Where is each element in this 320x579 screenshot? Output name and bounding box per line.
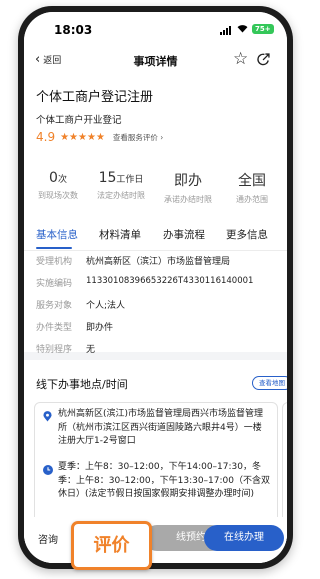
back-label: 返回 xyxy=(43,56,62,66)
metric-label: 法定办结时限 xyxy=(97,191,145,200)
locations-title: 线下办事地点/时间 xyxy=(36,378,128,391)
rating-stars-icon: ★★★★★ xyxy=(60,131,105,143)
bottom-action-bar: 咨询 线预约 在线办理 xyxy=(24,517,287,563)
favorite-star-icon[interactable]: ☆ xyxy=(233,49,248,69)
info-row: 办件类型 即办件 xyxy=(36,320,113,333)
info-row: 特别程序 无 xyxy=(36,342,95,355)
signal-icon xyxy=(220,26,231,35)
clock-icon xyxy=(43,465,53,475)
back-button[interactable]: ‹ 返回 xyxy=(35,51,62,67)
rating-score: 4.9 xyxy=(36,130,56,144)
chevron-left-icon: ‹ xyxy=(35,51,41,67)
metric-scope: 全国 通办范围 xyxy=(224,170,280,205)
metric-label: 承诺办结时限 xyxy=(164,195,212,204)
phone-frame: 18:03 75+ ‹ 返回 事项详情 ☆ 个体工商户登记注册 个体工商户开业登… xyxy=(18,6,293,569)
info-value: 无 xyxy=(86,345,96,355)
info-key: 办件类型 xyxy=(36,323,73,333)
tab-basic-info[interactable]: 基本信息 xyxy=(36,227,78,242)
battery-icon: 75+ xyxy=(252,24,274,34)
service-summary-card: 个体工商户登记注册 个体工商户开业登记 4.9 ★★★★★ 查看服务评价 › 0… xyxy=(24,78,287,268)
metric-value: 15 xyxy=(98,170,117,186)
status-time: 18:03 xyxy=(54,23,93,37)
info-value: 杭州高新区（滨江）市场监督管理局 xyxy=(86,257,231,267)
metric-unit: 工作日 xyxy=(116,175,144,185)
info-value: 11330108396653226T4330116140001 xyxy=(86,276,254,286)
metric-legal-limit: 15工作日 法定办结时限 xyxy=(90,170,152,201)
info-row: 实施编码 11330108396653226T4330116140001 xyxy=(36,276,253,289)
consult-button[interactable]: 咨询 xyxy=(38,531,58,546)
metric-label: 通办范围 xyxy=(236,195,268,204)
tab-process[interactable]: 办事流程 xyxy=(163,227,205,242)
nav-bar: ‹ 返回 事项详情 ☆ xyxy=(24,44,287,78)
info-row: 受理机构 杭州高新区（滨江）市场监督管理局 xyxy=(36,254,230,267)
view-reviews-link[interactable]: 查看服务评价 › xyxy=(113,132,163,143)
metric-value: 全国 xyxy=(238,173,266,189)
status-bar: 18:03 75+ xyxy=(24,12,287,44)
info-value: 即办件 xyxy=(86,323,114,333)
basic-info-list: 受理机构 杭州高新区（滨江）市场监督管理局 实施编码 113301083966532… xyxy=(24,257,287,355)
metrics-row: 0次 到现场次数 15工作日 法定办结时限 即办 承诺办结时限 全国 通办范围 xyxy=(24,170,287,204)
detail-tabs: 基本信息 材料清单 办事流程 更多信息 xyxy=(24,223,287,251)
location-pin-icon xyxy=(43,411,52,422)
screen: 18:03 75+ ‹ 返回 事项详情 ☆ 个体工商户登记注册 个体工商户开业登… xyxy=(24,12,287,563)
info-key: 特别程序 xyxy=(36,345,73,355)
service-subtitle: 个体工商户开业登记 xyxy=(36,115,122,126)
active-tab-indicator xyxy=(36,247,72,249)
view-map-button[interactable]: 查看地图 xyxy=(252,376,287,390)
service-title: 个体工商户登记注册 xyxy=(36,90,154,105)
wifi-icon xyxy=(237,25,248,33)
tab-more-info[interactable]: 更多信息 xyxy=(226,227,268,242)
share-icon[interactable] xyxy=(256,52,271,67)
evaluate-button[interactable]: 评价 xyxy=(71,521,152,570)
metric-label: 到现场次数 xyxy=(38,191,78,200)
location-address: 杭州高新区(滨江)市场监督管理局西兴市场监督管理所（杭州市滨江区西兴街道固陵路六… xyxy=(58,409,264,446)
tab-materials[interactable]: 材料清单 xyxy=(99,227,141,242)
metric-promised-limit: 即办 承诺办结时限 xyxy=(157,170,219,205)
rating-row: 4.9 ★★★★★ 查看服务评价 › xyxy=(36,130,163,144)
metric-unit: 次 xyxy=(57,175,67,185)
info-key: 受理机构 xyxy=(36,257,73,267)
location-hours: 夏季：上午8：30–12:00，下午14:00–17:30，冬季：上午8：30–… xyxy=(58,462,270,499)
metric-value: 即办 xyxy=(174,173,202,189)
metric-value: 0 xyxy=(49,170,58,186)
metric-visits: 0次 到现场次数 xyxy=(30,170,86,201)
info-value: 个人;法人 xyxy=(86,301,126,311)
info-key: 实施编码 xyxy=(36,279,73,289)
info-key: 服务对象 xyxy=(36,301,73,311)
info-row: 服务对象 个人;法人 xyxy=(36,298,125,311)
online-apply-button[interactable]: 在线办理 xyxy=(204,525,284,551)
